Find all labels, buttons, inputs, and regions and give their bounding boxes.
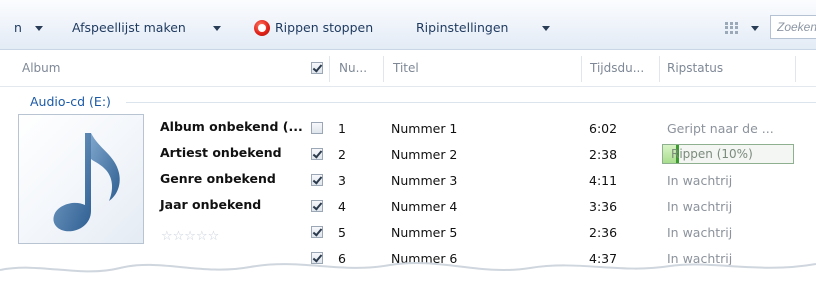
rip-status-text: In wachtrij xyxy=(667,225,733,240)
track-title: Nummer 3 xyxy=(391,173,458,188)
track-checkbox[interactable] xyxy=(311,200,323,212)
toolbar-partial-menu-label[interactable]: n xyxy=(14,19,22,37)
search-input[interactable] xyxy=(770,15,816,39)
rip-status-text: Rippen (10%) xyxy=(671,147,753,161)
group-divider xyxy=(126,102,816,103)
track-title: Nummer 5 xyxy=(391,225,458,240)
column-title[interactable]: Titel xyxy=(393,61,419,75)
table-row[interactable]: 1 Nummer 1 6:02 Geript naar de ... xyxy=(0,118,816,144)
column-divider xyxy=(329,56,330,82)
select-all-checkbox[interactable] xyxy=(311,62,323,74)
track-number: 4 xyxy=(338,199,346,214)
track-number: 2 xyxy=(338,147,346,162)
track-checkbox[interactable] xyxy=(311,148,323,160)
toolbar: n Afspeellijst maken Rippen stoppen Ripi… xyxy=(0,0,816,50)
column-divider xyxy=(383,56,384,82)
create-playlist-button[interactable]: Afspeellijst maken xyxy=(72,19,186,37)
track-number: 5 xyxy=(338,225,346,240)
track-duration: 4:11 xyxy=(589,173,618,188)
track-duration: 2:38 xyxy=(589,147,618,162)
stop-ripping-button[interactable]: Rippen stoppen xyxy=(275,19,373,37)
track-duration: 6:02 xyxy=(589,121,618,136)
track-checkbox[interactable] xyxy=(311,122,323,134)
stop-rip-icon[interactable] xyxy=(254,20,270,36)
view-options-icon[interactable] xyxy=(725,22,739,34)
rip-progress-bar: Rippen (10%) xyxy=(662,144,794,164)
column-header: Album Nu... Titel Tijdsdu... Ripstatus xyxy=(0,50,816,87)
column-duration[interactable]: Tijdsdu... xyxy=(590,61,644,75)
track-title: Nummer 1 xyxy=(391,121,458,136)
column-rip-status[interactable]: Ripstatus xyxy=(667,61,723,75)
rip-status-text: Geript naar de ... xyxy=(667,121,774,136)
chevron-down-icon[interactable] xyxy=(213,26,221,31)
chevron-down-icon[interactable] xyxy=(542,26,550,31)
column-album[interactable]: Album xyxy=(22,61,60,75)
track-duration: 2:36 xyxy=(589,225,618,240)
track-number: 3 xyxy=(338,173,346,188)
track-checkbox[interactable] xyxy=(311,226,323,238)
column-divider xyxy=(581,56,582,82)
column-number[interactable]: Nu... xyxy=(339,61,367,75)
table-row[interactable]: 4 Nummer 4 3:36 In wachtrij xyxy=(0,196,816,222)
table-row[interactable]: 5 Nummer 5 2:36 In wachtrij xyxy=(0,222,816,248)
track-duration: 3:36 xyxy=(589,199,618,214)
track-title: Nummer 2 xyxy=(391,147,458,162)
group-header-audio-cd[interactable]: Audio-cd (E:) xyxy=(30,94,111,109)
chevron-down-icon[interactable] xyxy=(35,26,43,31)
column-divider xyxy=(659,56,660,82)
rip-status-text: In wachtrij xyxy=(667,199,733,214)
rip-status-text: In wachtrij xyxy=(667,173,733,188)
track-checkbox[interactable] xyxy=(311,174,323,186)
rip-settings-button[interactable]: Ripinstellingen xyxy=(416,19,508,37)
track-title: Nummer 4 xyxy=(391,199,458,214)
torn-edge xyxy=(0,262,816,291)
column-divider xyxy=(795,56,796,82)
table-row[interactable]: 2 Nummer 2 2:38 Rippen (10%) xyxy=(0,144,816,170)
track-number: 1 xyxy=(338,121,346,136)
chevron-down-icon[interactable] xyxy=(751,26,759,31)
table-row[interactable]: 3 Nummer 3 4:11 In wachtrij xyxy=(0,170,816,196)
